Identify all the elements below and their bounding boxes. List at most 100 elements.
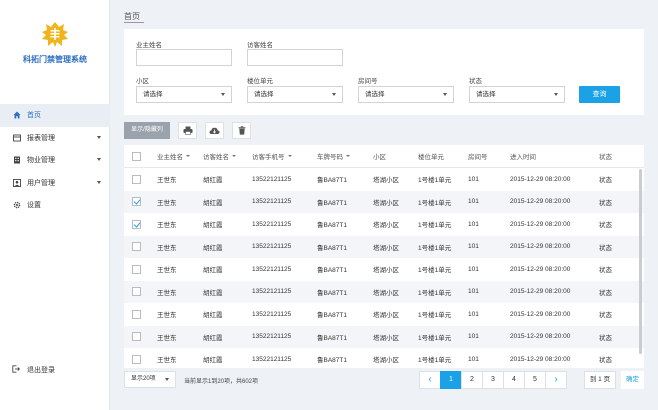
filter-panel: 业主姓名 访客姓名 小区 请选择 楼位单元 请选择 房间号 请选择 状态 请选择…	[124, 29, 644, 115]
table-row[interactable]: 王世东 胡红霞 13522121125 鲁BA87T1 塔湖小区 1号楼1单元 101 201…	[124, 213, 644, 236]
table-row[interactable]: 王世东 胡红霞 13522121125 鲁BA87T1 塔湖小区 1号楼1单元 101 201…	[124, 258, 644, 281]
chevron-down-icon	[165, 378, 169, 381]
community-label: 小区	[136, 78, 149, 85]
select-all-checkbox[interactable]	[132, 151, 141, 161]
row-checkbox-cell[interactable]	[132, 303, 141, 326]
sidebar-item-settings[interactable]: 设置	[0, 194, 110, 217]
row-checkbox-cell[interactable]	[132, 326, 141, 349]
sidebar-item-label: 首页	[27, 112, 41, 120]
table-row[interactable]: 王世东 胡红霞 13522121125 鲁BA87T1 塔湖小区 1号楼1单元 101 201…	[124, 303, 644, 326]
logout-label: 退出登录	[27, 367, 55, 374]
page-button-3[interactable]: 3	[482, 371, 504, 389]
row-checkbox-cell[interactable]	[132, 348, 141, 368]
row-checkbox[interactable]	[132, 242, 141, 252]
pagination: ‹ 1 2 3 4 5 ›	[419, 371, 567, 389]
cell-visitor-name: 胡红霞	[203, 289, 223, 297]
sidebar-item-reports[interactable]: 报表管理	[0, 127, 110, 150]
page-button-1[interactable]: 1	[440, 371, 462, 389]
cell-plate-number: 鲁BA87T1	[317, 334, 347, 342]
cell-plate-number: 鲁BA87T1	[317, 289, 347, 297]
row-checkbox-cell[interactable]	[132, 213, 141, 236]
cell-owner-name: 王世东	[157, 177, 177, 185]
visitor-name-input[interactable]	[247, 49, 343, 66]
goto-page-input[interactable]: 到 1 页	[584, 371, 616, 389]
row-checkbox[interactable]	[132, 219, 141, 229]
table-row[interactable]: 王世东 胡红霞 13522121125 鲁BA87T1 塔湖小区 1号楼1单元 101 201…	[124, 325, 644, 349]
delete-button[interactable]	[232, 122, 251, 139]
table-row[interactable]: 王世东 胡红霞 13522121125 鲁BA87T1 塔湖小区 1号楼1单元 101 201…	[124, 235, 644, 259]
cell-owner-name: 王世东	[157, 244, 177, 252]
community-select-value: 请选择	[143, 91, 163, 98]
col-building: 楼位单元	[418, 154, 444, 161]
table-row[interactable]: 王世东 胡红霞 13522121125 鲁BA87T1 塔湖小区 1号楼1单元 101 201…	[124, 190, 644, 214]
community-select[interactable]: 请选择	[136, 86, 232, 103]
row-checkbox[interactable]	[132, 174, 141, 184]
print-button[interactable]	[178, 122, 197, 139]
col-community: 小区	[373, 154, 386, 161]
cell-community: 塔湖小区	[373, 312, 399, 320]
chevron-down-icon	[332, 93, 336, 96]
sidebar: 科拓门禁管理系统 首页 报表管理 物业管理 用户管理 设置 退出登录	[0, 0, 110, 410]
cell-status: 状态	[599, 177, 612, 185]
page-button-5[interactable]: 5	[524, 371, 546, 389]
row-checkbox-cell[interactable]	[132, 191, 141, 214]
next-page-button[interactable]: ›	[545, 371, 567, 389]
cell-plate-number: 鲁BA87T1	[317, 357, 347, 365]
sidebar-item-users[interactable]: 用户管理	[0, 172, 110, 195]
cell-room: 101	[468, 333, 479, 341]
row-checkbox[interactable]	[132, 309, 141, 319]
cell-plate-number: 鲁BA87T1	[317, 244, 347, 252]
cell-visitor-name: 胡红霞	[203, 244, 223, 252]
sidebar-item-label: 用户管理	[27, 179, 55, 187]
cell-plate-number: 鲁BA87T1	[317, 267, 347, 275]
page-button-2[interactable]: 2	[461, 371, 483, 389]
logout-button[interactable]: 退出登录	[12, 365, 55, 375]
cell-owner-name: 王世东	[157, 222, 177, 230]
toggle-columns-button[interactable]: 显示/隐藏列	[124, 122, 170, 139]
cell-owner-name: 王世东	[157, 267, 177, 275]
row-checkbox-cell[interactable]	[132, 281, 141, 304]
building-select[interactable]: 请选择	[247, 86, 343, 103]
col-visitor-name[interactable]: 访客姓名	[203, 145, 236, 167]
sidebar-item-home[interactable]: 首页	[0, 104, 110, 127]
table-row[interactable]: 王世东 胡红霞 13522121125 鲁BA87T1 塔湖小区 1号楼1单元 101 201…	[124, 280, 644, 304]
export-button[interactable]	[205, 122, 224, 139]
table-scrollbar[interactable]	[639, 169, 642, 354]
table-row[interactable]: 王世东 胡红霞 13522121125 鲁BA87T1 塔湖小区 1号楼1单元 101 201…	[124, 348, 644, 368]
page-button-4[interactable]: 4	[503, 371, 525, 389]
room-select[interactable]: 请选择	[358, 86, 454, 103]
sort-icon	[186, 155, 190, 157]
sort-icon	[287, 155, 292, 157]
cell-plate-number: 鲁BA87T1	[317, 222, 347, 230]
row-checkbox-cell[interactable]	[132, 236, 141, 259]
prev-page-button[interactable]: ‹	[419, 371, 441, 389]
confirm-button[interactable]: 确定	[621, 371, 644, 389]
cell-entry-time: 2015-12-29 08:20:00	[510, 355, 571, 363]
sidebar-item-label: 设置	[27, 202, 41, 210]
owner-name-input[interactable]	[136, 49, 232, 66]
select-all-checkbox-cell[interactable]	[132, 145, 141, 167]
cell-building: 1号楼1单元	[418, 222, 452, 230]
cell-status: 状态	[599, 334, 612, 342]
row-checkbox[interactable]	[132, 197, 141, 207]
row-checkbox-cell[interactable]	[132, 168, 141, 191]
cell-room: 101	[468, 220, 479, 228]
row-checkbox[interactable]	[132, 332, 141, 342]
row-checkbox-cell[interactable]	[132, 258, 141, 281]
cell-status: 状态	[599, 244, 612, 252]
cell-building: 1号楼1单元	[418, 289, 452, 297]
row-checkbox[interactable]	[132, 264, 141, 274]
col-plate-number[interactable]: 车牌号码	[317, 145, 350, 167]
query-button[interactable]: 查询	[579, 86, 620, 103]
table-row[interactable]: 王世东 胡红霞 13522121125 鲁BA87T1 塔湖小区 1号楼1单元 101 201…	[124, 168, 644, 191]
col-visitor-phone[interactable]: 访客手机号	[252, 145, 292, 167]
row-checkbox[interactable]	[132, 354, 141, 364]
page-size-select[interactable]: 显示20项	[124, 371, 176, 388]
status-select[interactable]: 请选择	[469, 86, 565, 103]
cell-community: 塔湖小区	[373, 289, 399, 297]
status-label: 状态	[469, 78, 482, 85]
row-checkbox[interactable]	[132, 287, 141, 297]
chevron-down-icon	[554, 93, 558, 96]
col-owner-name[interactable]: 业主姓名	[157, 145, 190, 167]
sidebar-item-property[interactable]: 物业管理	[0, 149, 110, 172]
